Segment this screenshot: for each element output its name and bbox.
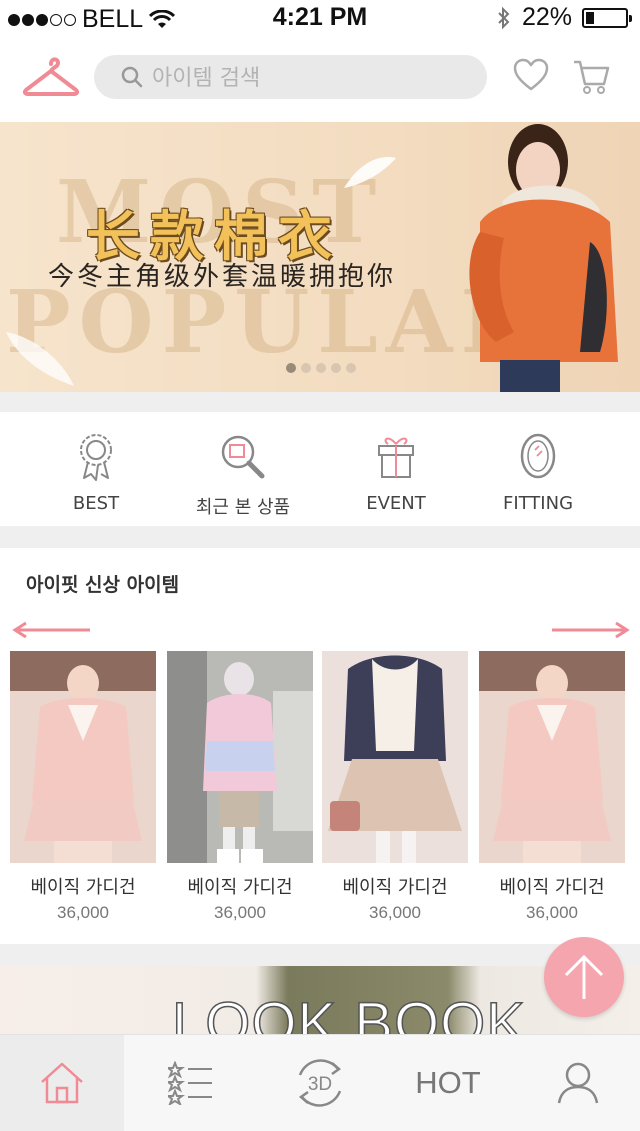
product-card[interactable]: 베이직 가디건 36,000 bbox=[167, 651, 313, 923]
pager-dot[interactable] bbox=[346, 363, 356, 373]
quick-menu: BEST 최근 본 상품 EVENT FITTING bbox=[0, 412, 640, 526]
product-name: 베이직 가디건 bbox=[187, 877, 293, 898]
home-icon bbox=[41, 1062, 83, 1104]
user-icon bbox=[557, 1062, 599, 1104]
product-image[interactable] bbox=[479, 651, 625, 863]
quick-menu-event[interactable]: EVENT bbox=[331, 432, 461, 514]
gift-icon bbox=[378, 437, 414, 478]
bottom-tab-bar: 3D HOT bbox=[0, 1034, 640, 1131]
product-image[interactable] bbox=[167, 651, 313, 863]
3d-rotate-icon: 3D bbox=[298, 1059, 342, 1107]
product-card[interactable]: 베이직 가디건 36,000 bbox=[479, 651, 625, 923]
product-card[interactable]: 베이직 가디건 36,000 bbox=[322, 651, 468, 923]
tab-hot[interactable]: HOT bbox=[386, 1035, 510, 1131]
scroll-top-button[interactable] bbox=[544, 937, 624, 1017]
section-title: 아이핏 신상 아이템 bbox=[26, 574, 180, 596]
battery-icon bbox=[582, 7, 632, 28]
tab-home[interactable] bbox=[0, 1035, 124, 1131]
feather-icon bbox=[344, 157, 396, 188]
quick-menu-best[interactable]: BEST bbox=[31, 432, 161, 514]
tab-my[interactable] bbox=[516, 1035, 640, 1131]
product-price: 36,000 bbox=[57, 903, 109, 922]
battery-percent: 22% bbox=[521, 3, 572, 31]
pager-dot[interactable] bbox=[301, 363, 311, 373]
top-header bbox=[0, 40, 640, 122]
banner-subtitle: 今冬主角级外套温暖拥抱你 bbox=[48, 262, 397, 292]
tab-hot-label: HOT bbox=[415, 1065, 481, 1100]
quick-menu-fitting[interactable]: FITTING bbox=[473, 432, 603, 514]
cart-icon[interactable] bbox=[572, 58, 610, 96]
banner-model-image bbox=[469, 124, 618, 392]
pager-dot[interactable] bbox=[286, 363, 296, 373]
tab-3d-label: 3D bbox=[308, 1074, 332, 1095]
product-card[interactable]: 베이직 가디건 36,000 bbox=[10, 651, 156, 923]
medal-icon bbox=[80, 434, 112, 481]
product-name: 베이직 가디건 bbox=[342, 877, 448, 898]
status-bar: BELL 4:21 PM 22% bbox=[0, 0, 640, 40]
quick-menu-label: BEST bbox=[72, 493, 120, 514]
search-input[interactable] bbox=[150, 61, 474, 95]
pager-dot[interactable] bbox=[331, 363, 341, 373]
pager-dot[interactable] bbox=[316, 363, 326, 373]
product-image[interactable] bbox=[10, 651, 156, 863]
mirror-icon bbox=[520, 433, 556, 479]
new-items-section: 아이핏 신상 아이템 베이직 가디건 36,000 베이직 가디건 36,000… bbox=[0, 548, 640, 944]
quick-menu-label: FITTING bbox=[502, 493, 574, 514]
list-icon bbox=[168, 1061, 212, 1105]
arrow-right-icon[interactable] bbox=[550, 620, 630, 640]
bluetooth-icon bbox=[498, 6, 510, 29]
quick-menu-label: EVENT bbox=[366, 493, 426, 514]
promo-banner[interactable]: MOST POPULAR 长款棉衣 今冬主角级外套温暖拥抱你 bbox=[0, 122, 640, 392]
product-price: 36,000 bbox=[526, 903, 578, 922]
product-name: 베이직 가디건 bbox=[499, 877, 605, 898]
product-name: 베이직 가디건 bbox=[30, 877, 136, 898]
tab-3d[interactable]: 3D bbox=[258, 1035, 382, 1131]
quick-menu-recent[interactable]: 최근 본 상품 bbox=[178, 432, 308, 519]
product-price: 36,000 bbox=[214, 903, 266, 922]
magnifier-icon bbox=[221, 435, 265, 479]
product-price: 36,000 bbox=[369, 903, 421, 922]
quick-menu-label: 최근 본 상품 bbox=[195, 497, 291, 518]
banner-pager[interactable] bbox=[286, 363, 356, 373]
hanger-icon[interactable] bbox=[22, 54, 80, 98]
search-icon bbox=[121, 66, 143, 88]
arrow-left-icon[interactable] bbox=[12, 620, 92, 640]
tab-category[interactable] bbox=[129, 1035, 253, 1131]
heart-icon[interactable] bbox=[513, 58, 549, 92]
lookbook-title: LOOK BOOK bbox=[171, 990, 526, 1036]
search-bar[interactable] bbox=[94, 55, 487, 99]
arrow-up-icon bbox=[564, 954, 604, 999]
product-image[interactable] bbox=[322, 651, 468, 863]
feather-icon bbox=[6, 332, 74, 386]
